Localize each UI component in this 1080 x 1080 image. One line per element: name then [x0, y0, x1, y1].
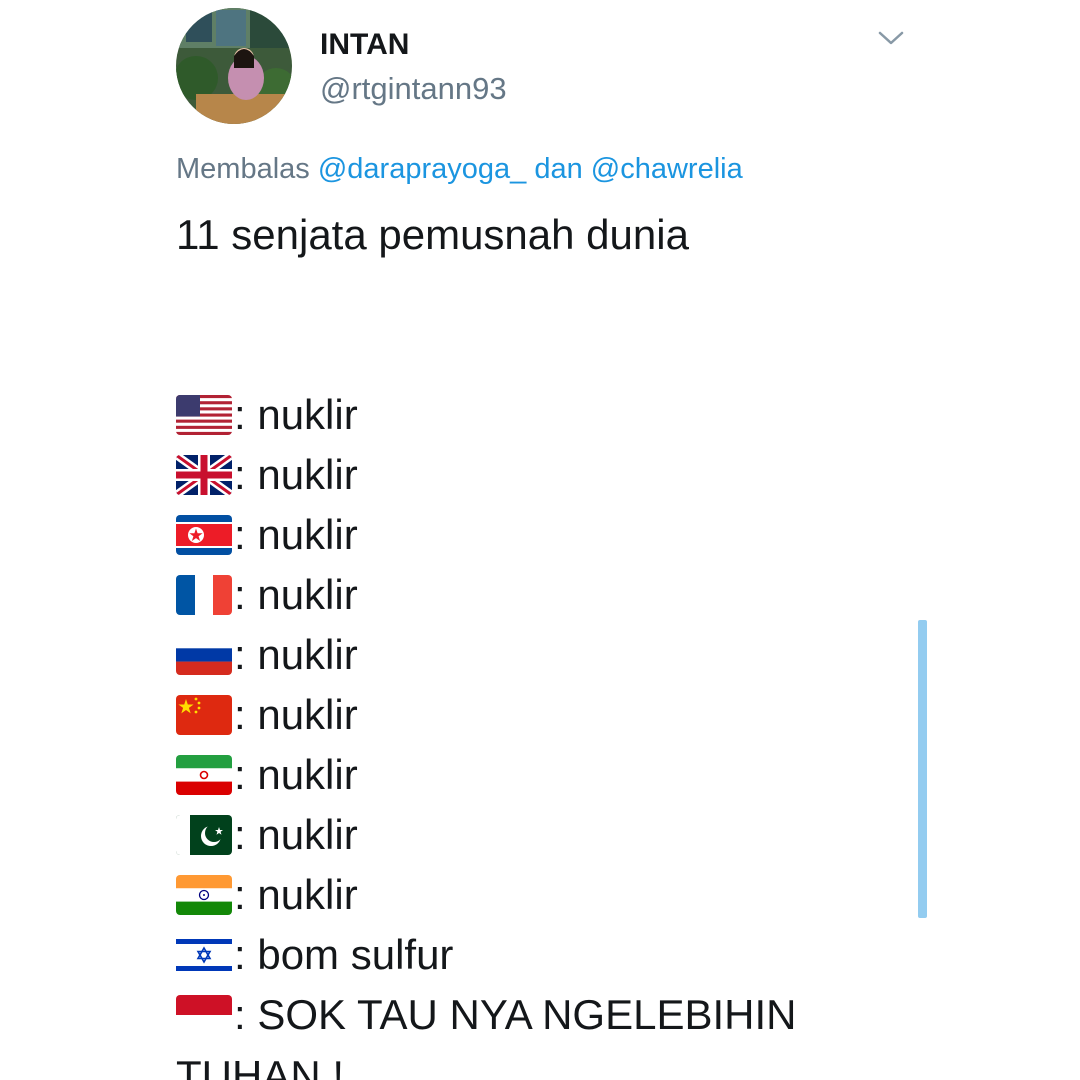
- uk-flag-icon: [176, 455, 232, 495]
- tweet-view: INTAN @rtgintann93 Membalas @daraprayoga…: [0, 0, 1080, 1080]
- pakistan-flag-icon: [176, 815, 232, 855]
- list-item-text: : bom sulfur: [234, 931, 454, 978]
- chevron-down-icon[interactable]: [876, 27, 906, 49]
- list-item: : nuklir: [176, 865, 876, 925]
- list-item-text: : SOK TAU NYA NGELEBIHIN: [234, 991, 797, 1038]
- user-handle[interactable]: @rtgintann93: [320, 70, 507, 108]
- list-item: : nuklir: [176, 385, 876, 445]
- list-item-text: : nuklir: [234, 751, 358, 798]
- list-item-text: : nuklir: [234, 571, 358, 618]
- france-flag-icon: [176, 575, 232, 615]
- russia-flag-icon: [176, 635, 232, 675]
- display-name[interactable]: INTAN: [320, 27, 409, 63]
- reply-mention-link[interactable]: @daraprayoga_: [318, 153, 526, 185]
- list-item: : nuklir: [176, 565, 876, 625]
- list-item-text: : nuklir: [234, 631, 358, 678]
- china-flag-icon: [176, 695, 232, 735]
- list-item-text: : nuklir: [234, 391, 358, 438]
- us-flag-icon: [176, 395, 232, 435]
- list-item: : nuklir: [176, 745, 876, 805]
- iran-flag-icon: [176, 755, 232, 795]
- list-item: : nuklir: [176, 445, 876, 505]
- tweet-headline: 11 senjata pemusnah dunia: [176, 211, 689, 258]
- indonesia-flag-icon: [176, 995, 232, 1035]
- list-item-text: : nuklir: [234, 871, 358, 918]
- tweet-text: 11 senjata pemusnah dunia : nuklir: nuk…: [176, 205, 876, 1080]
- list-item: : bom sulfur: [176, 925, 876, 985]
- list-item-text: : nuklir: [234, 691, 358, 738]
- list-item: : SOK TAU NYA NGELEBIHIN: [176, 985, 876, 1045]
- israel-flag-icon: [176, 935, 232, 975]
- reply-prefix: Membalas: [176, 153, 310, 185]
- list-item: : nuklir: [176, 505, 876, 565]
- india-flag-icon: [176, 875, 232, 915]
- reply-context: Membalas @daraprayoga_ dan @chawrelia: [176, 150, 743, 188]
- list-item-text: : nuklir: [234, 511, 358, 558]
- list-item: : nuklir: [176, 685, 876, 745]
- list-item-text: : nuklir: [234, 451, 358, 498]
- tweet-last-line: TUHAN !: [176, 1052, 344, 1080]
- reply-connector: dan: [534, 153, 583, 185]
- reply-mention-link[interactable]: @chawrelia: [591, 153, 743, 185]
- list-item: : nuklir: [176, 805, 876, 865]
- list-item-text: : nuklir: [234, 811, 358, 858]
- scrollbar[interactable]: [918, 620, 927, 918]
- north-korea-flag-icon: [176, 515, 232, 555]
- avatar[interactable]: [176, 8, 292, 124]
- list-item: : nuklir: [176, 625, 876, 685]
